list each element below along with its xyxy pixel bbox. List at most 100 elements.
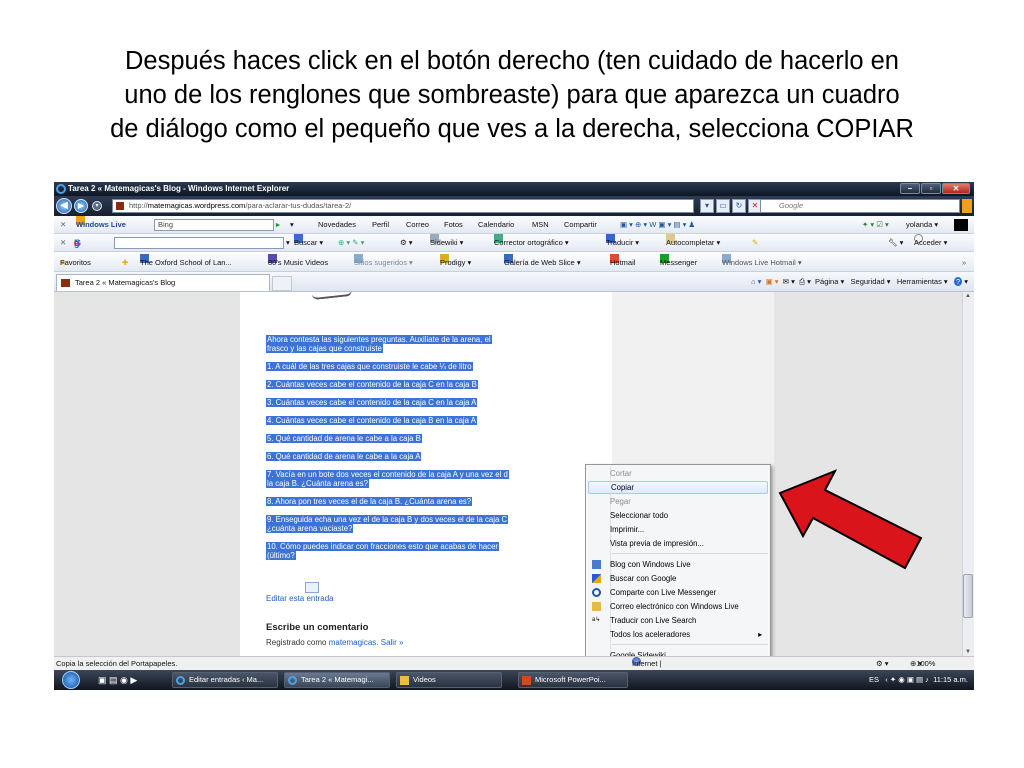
start-button[interactable] xyxy=(62,671,80,689)
window-title: Tarea 2 « Matemagicas's Blog - Windows I… xyxy=(68,184,290,193)
translate-icon: a↳ xyxy=(592,617,601,623)
tab-active[interactable]: Tarea 2 « Matemagicas's Blog xyxy=(56,274,270,291)
address-bar[interactable]: http://matemagicas.wordpress.com/para-ac… xyxy=(112,199,694,213)
wl-extra-icons[interactable]: ✦ ▾ ☑ ▾ xyxy=(862,216,889,234)
taskbar-item[interactable]: Microsoft PowerPoi... xyxy=(518,672,628,688)
back-button[interactable]: ◀ xyxy=(56,198,72,214)
close-button[interactable]: ✕ xyxy=(942,183,970,194)
tray-icons[interactable]: ‹ ✦ ◉ ▣ ▤ ♪ xyxy=(885,675,929,684)
zoom-control[interactable]: ⊕ 100% ▾ xyxy=(910,657,935,670)
selected-text-line[interactable]: 4. Cuántas veces cabe el contenido de la… xyxy=(266,416,477,425)
compatibility-icon[interactable]: ▭ xyxy=(716,199,730,213)
selected-text-line[interactable]: Ahora contesta las siguientes preguntas.… xyxy=(266,335,492,344)
wl-link-fotos[interactable]: Fotos xyxy=(444,216,463,234)
user-menu[interactable]: yolanda ▾ xyxy=(906,216,938,234)
menu-item-copy[interactable]: Copiar xyxy=(588,481,768,494)
selected-text-line[interactable]: 1. A cuál de las tres cajas que construi… xyxy=(266,362,473,371)
selected-text-line[interactable]: la caja B. ¿Cuánta arena es? xyxy=(266,479,369,488)
logout-link[interactable]: . Salir » xyxy=(376,638,403,647)
selected-text-line[interactable]: 6. Qué cantidad de arena le cabe a la ca… xyxy=(266,452,422,461)
wl-link-calendario[interactable]: Calendario xyxy=(478,216,514,234)
taskbar-item[interactable]: Videos xyxy=(396,672,502,688)
selected-text-line[interactable]: 2. Cuántas veces cabe el contenido de la… xyxy=(266,380,478,389)
pencil-icon[interactable]: ✎ xyxy=(752,234,758,252)
favorite-label: Windows Live Hotmail ▾ xyxy=(722,258,802,267)
more-favorites-icon[interactable]: » xyxy=(962,254,966,272)
new-tab-button[interactable] xyxy=(272,276,292,291)
toolbar-icons[interactable]: ▣ ▾ ⊕ ▾ W ▣ ▾ ▤ ▾ ♟ xyxy=(620,216,695,234)
taskbar-item[interactable]: Tarea 2 « Matemagi... xyxy=(284,672,390,688)
google-settings-icon[interactable]: ⚙ ▾ xyxy=(400,234,413,252)
toolbar-dropdown-icon[interactable]: ▾ xyxy=(290,216,294,234)
feeds-icon[interactable]: ▣ ▾ xyxy=(766,277,779,286)
tab-favicon-icon xyxy=(61,279,70,287)
wl-link-msn[interactable]: MSN xyxy=(532,216,549,234)
home-icon[interactable]: ⌂ ▾ xyxy=(751,277,761,286)
menu-item-translate-live[interactable]: a↳ Traducir con Live Search xyxy=(588,614,768,627)
close-toolbar-icon[interactable]: ✕ xyxy=(60,216,66,234)
wl-link-correo[interactable]: Correo xyxy=(406,216,429,234)
menu-item-print[interactable]: Imprimir... xyxy=(588,523,768,536)
taskbar-item[interactable]: Editar entradas ‹ Ma... xyxy=(172,672,278,688)
wl-link-perfil[interactable]: Perfil xyxy=(372,216,389,234)
forward-button[interactable]: ▶ xyxy=(74,199,88,213)
menu-item-select-all[interactable]: Seleccionar todo xyxy=(588,509,768,522)
wrench-icon[interactable]: 🔧︎ ▾ xyxy=(888,234,903,252)
search-input[interactable]: Google xyxy=(760,199,960,213)
selected-text-line[interactable]: ¿cuánta arena vaciaste? xyxy=(266,524,354,533)
menu-item-paste[interactable]: Pegar xyxy=(588,495,768,508)
status-options-icon[interactable]: ⚙ ▾ xyxy=(876,657,889,670)
bing-search-input[interactable]: Bing xyxy=(154,219,274,231)
refresh-icon[interactable]: ↻ xyxy=(732,199,746,213)
menu-item-share-messenger[interactable]: Comparte con Live Messenger xyxy=(588,586,768,599)
menu-item-print-preview[interactable]: Vista previa de impresión... xyxy=(588,537,768,550)
help-icon[interactable]: ? xyxy=(953,277,963,286)
add-favorite-icon[interactable]: ✚ xyxy=(122,254,128,272)
selected-text-line[interactable]: 3. Cuántas veces cabe el contenido de la… xyxy=(266,398,478,407)
scrollbar-thumb[interactable] xyxy=(963,574,973,618)
tools-menu[interactable]: Herramientas ▾ xyxy=(897,277,948,286)
vertical-scrollbar[interactable]: ▲ ▼ xyxy=(962,292,974,656)
minimize-button[interactable]: – xyxy=(900,183,920,194)
close-google-toolbar-icon[interactable]: ✕ xyxy=(60,234,66,252)
google-dropdown-icon[interactable]: ▾ xyxy=(286,234,290,252)
selected-text-line[interactable]: 10. Cómo puedes indicar con fracciones e… xyxy=(266,542,500,551)
slide-caption: Después haces click en el botón derecho … xyxy=(0,44,1024,146)
print-icon[interactable]: ⎙ ▾ xyxy=(799,277,811,286)
scroll-up-icon[interactable]: ▲ xyxy=(965,293,971,299)
google-extra-icons[interactable]: ⊕ ▾ ✎ ▾ xyxy=(338,234,364,252)
wl-link-novedades[interactable]: Novedades xyxy=(318,216,356,234)
registered-user-link[interactable]: matemagicas xyxy=(329,638,377,647)
folder-icon xyxy=(400,676,409,685)
edit-entry-link[interactable]: Editar esta entrada xyxy=(266,594,334,603)
maximize-button[interactable]: ▫ xyxy=(921,183,941,194)
dropdown-icon[interactable]: ▾ xyxy=(700,199,714,213)
google-search-input[interactable] xyxy=(114,237,284,249)
menu-item-email-live[interactable]: Correo electrónico con Windows Live xyxy=(588,600,768,613)
selected-text-line[interactable]: 7. Vacía en un bote dos veces el conteni… xyxy=(266,470,509,479)
page-menu[interactable]: Página ▾ xyxy=(815,277,844,286)
search-options-icon[interactable] xyxy=(962,199,972,213)
history-dropdown-icon[interactable]: ▾ xyxy=(92,201,102,211)
clock[interactable]: 11:15 a.m. xyxy=(933,675,968,684)
wl-link-compartir[interactable]: Compartir xyxy=(564,216,597,234)
address-row: ◀ ▶ ▾ http://matemagicas.wordpress.com/p… xyxy=(54,196,974,216)
quick-launch-icons[interactable]: ▣ ▤ ◉ ▶ xyxy=(98,670,137,690)
windows-taskbar: ▣ ▤ ◉ ▶ Editar entradas ‹ Ma... Tarea 2 … xyxy=(54,670,974,690)
selected-text-line[interactable]: 9. Enseguida echa una vez el de la caja … xyxy=(266,515,509,524)
menu-item-blog-live[interactable]: Blog con Windows Live xyxy=(588,558,768,571)
selected-text-line[interactable]: (último? xyxy=(266,551,296,560)
menu-item-all-accelerators[interactable]: Todos los aceleradores ▸ xyxy=(588,628,768,641)
selected-text-line[interactable]: 8. Ahora pon tres veces el de la caja B.… xyxy=(266,497,473,506)
selected-text-line[interactable]: 5. Qué cantidad de arena le cabe a la ca… xyxy=(266,434,422,443)
safety-menu[interactable]: Seguridad ▾ xyxy=(851,277,891,286)
red-arrow-icon xyxy=(778,469,923,570)
scroll-down-icon[interactable]: ▼ xyxy=(965,649,971,655)
language-indicator[interactable]: ES xyxy=(869,675,879,684)
menu-item-search-google[interactable]: Buscar con Google xyxy=(588,572,768,585)
search-go-icon[interactable]: ▸ xyxy=(276,216,280,234)
mail-icon[interactable]: ✉ ▾ xyxy=(783,277,795,286)
menu-item-cut[interactable]: Cortar xyxy=(588,467,768,480)
selected-text-line[interactable]: frasco y las cajas que construiste xyxy=(266,344,383,353)
email-icon xyxy=(592,602,601,611)
